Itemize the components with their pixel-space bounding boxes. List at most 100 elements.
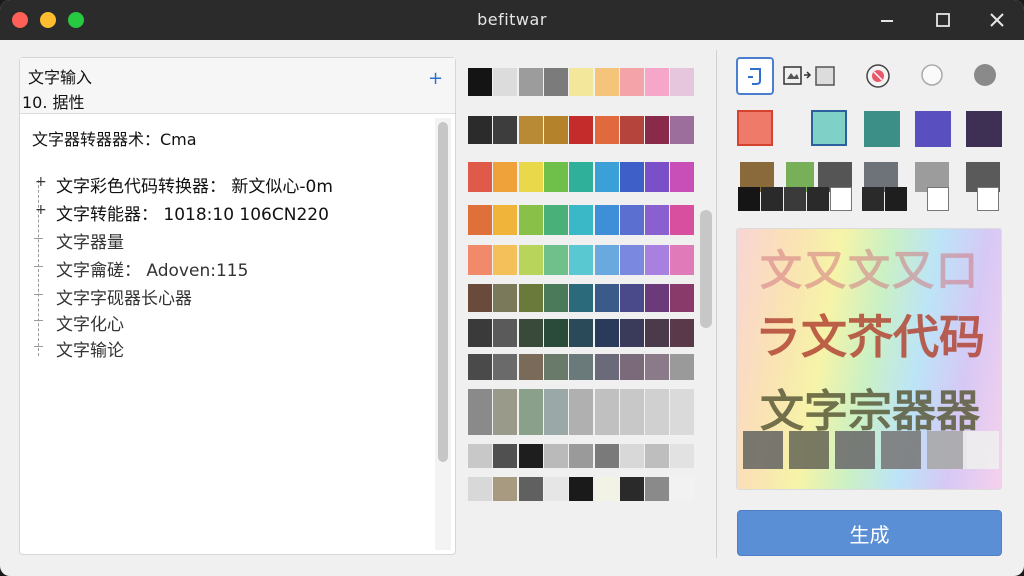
palette-swatch[interactable] [518, 444, 543, 468]
palette-swatch[interactable] [619, 477, 644, 501]
palette-swatch[interactable] [645, 319, 670, 347]
palette-swatch[interactable] [493, 389, 518, 435]
tree-item[interactable]: 文字器量 [30, 228, 430, 253]
palette-swatch[interactable] [468, 354, 492, 380]
panel-scrollbar[interactable] [435, 118, 451, 550]
palette-swatch[interactable] [645, 284, 670, 312]
swatch-teal[interactable] [864, 111, 900, 147]
palette-swatch[interactable] [569, 284, 594, 312]
palette-swatch[interactable] [468, 116, 492, 144]
palette-swatch[interactable] [594, 116, 619, 144]
palette-swatch[interactable] [619, 116, 644, 144]
maximize-button[interactable] [928, 6, 958, 34]
palette-swatch[interactable] [518, 354, 543, 380]
minimize-button[interactable] [872, 6, 902, 34]
palette-swatch[interactable] [619, 245, 644, 275]
palette-swatch[interactable] [468, 162, 492, 192]
palette-swatch[interactable] [594, 284, 619, 312]
palette-swatch[interactable] [670, 389, 695, 435]
palette-swatch[interactable] [543, 116, 568, 144]
palette-swatch[interactable] [569, 444, 594, 468]
palette-swatch[interactable] [468, 68, 492, 96]
palette-swatch[interactable] [670, 319, 695, 347]
palette-swatch[interactable] [594, 354, 619, 380]
palette-swatch[interactable] [594, 444, 619, 468]
palette-swatch[interactable] [518, 477, 543, 501]
palette-swatch[interactable] [518, 389, 543, 435]
swatch-mini[interactable] [830, 187, 852, 211]
palette-swatch[interactable] [645, 116, 670, 144]
palette-swatch[interactable] [645, 477, 670, 501]
palette-swatch[interactable] [594, 205, 619, 235]
palette-swatch[interactable] [543, 205, 568, 235]
palette-swatch[interactable] [619, 284, 644, 312]
palette-swatch[interactable] [543, 162, 568, 192]
palette-swatch[interactable] [619, 68, 644, 96]
palette-swatch[interactable] [619, 389, 644, 435]
dark-color-button[interactable] [973, 63, 997, 87]
swatch-mini[interactable] [977, 187, 999, 211]
palette-swatch[interactable] [569, 116, 594, 144]
palette-swatch[interactable] [493, 477, 518, 501]
palette-swatch[interactable] [670, 68, 695, 96]
palette-swatch[interactable] [569, 68, 594, 96]
palette-swatch[interactable] [543, 284, 568, 312]
palette-swatch[interactable] [543, 444, 568, 468]
palette-swatch[interactable] [493, 162, 518, 192]
palette-swatch[interactable] [670, 444, 695, 468]
palette-swatch[interactable] [468, 284, 492, 312]
tree-item[interactable]: + 文字转能器： 1018:10 106CN220 [30, 200, 430, 225]
palette-swatch[interactable] [493, 68, 518, 96]
palette-swatch[interactable] [569, 205, 594, 235]
palette-swatch[interactable] [543, 319, 568, 347]
palette-swatch[interactable] [619, 444, 644, 468]
tree-item[interactable]: + 文字彩色代码转换器： 新文似心-0m [30, 172, 430, 197]
tree-item[interactable]: 文字龠磋： Adoven:115 [30, 256, 430, 281]
palette-swatch[interactable] [594, 68, 619, 96]
generate-button[interactable]: 生成 [737, 510, 1002, 556]
palette-swatch[interactable] [645, 444, 670, 468]
palette-swatch[interactable] [493, 245, 518, 275]
swatch-mini[interactable] [927, 187, 949, 211]
palette-swatch[interactable] [670, 205, 695, 235]
palette-swatch[interactable] [670, 162, 695, 192]
palette-swatch[interactable] [493, 116, 518, 144]
palette-swatch[interactable] [543, 477, 568, 501]
palette-swatch[interactable] [594, 389, 619, 435]
palette-swatch[interactable] [594, 477, 619, 501]
palette-swatch[interactable] [670, 284, 695, 312]
palette-swatch[interactable] [645, 205, 670, 235]
palette-swatch[interactable] [543, 354, 568, 380]
palette-swatch[interactable] [619, 205, 644, 235]
palette-swatch[interactable] [569, 354, 594, 380]
swatch-mini[interactable] [862, 187, 884, 211]
palette-swatch[interactable] [569, 245, 594, 275]
scrollbar-thumb[interactable] [438, 122, 448, 462]
swatch-plum[interactable] [966, 111, 1002, 147]
palette-swatch[interactable] [619, 162, 644, 192]
palette-swatch[interactable] [670, 245, 695, 275]
palette-swatch[interactable] [493, 444, 518, 468]
tree-item[interactable]: 文字输论 [30, 336, 430, 361]
close-button[interactable] [982, 6, 1012, 34]
text-tool-button[interactable] [736, 57, 774, 95]
palette-swatch[interactable] [619, 354, 644, 380]
palette-swatch[interactable] [594, 319, 619, 347]
image-swatch-tool-button[interactable] [783, 63, 837, 89]
palette-swatch[interactable] [518, 319, 543, 347]
swatch-mini[interactable] [807, 187, 829, 211]
palette-scrollbar-thumb[interactable] [700, 210, 712, 328]
palette-swatch[interactable] [543, 245, 568, 275]
expand-plus-icon[interactable]: + [35, 174, 47, 190]
palette-swatch[interactable] [468, 319, 492, 347]
palette-swatch[interactable] [518, 284, 543, 312]
add-icon[interactable]: + [428, 68, 443, 89]
swatch-mini[interactable] [738, 187, 760, 211]
palette-swatch[interactable] [569, 477, 594, 501]
palette-swatch[interactable] [619, 319, 644, 347]
palette-swatch[interactable] [645, 245, 670, 275]
palette-swatch[interactable] [468, 389, 492, 435]
palette-swatch[interactable] [493, 319, 518, 347]
palette-swatch[interactable] [594, 162, 619, 192]
color-picker-button[interactable] [865, 63, 891, 89]
